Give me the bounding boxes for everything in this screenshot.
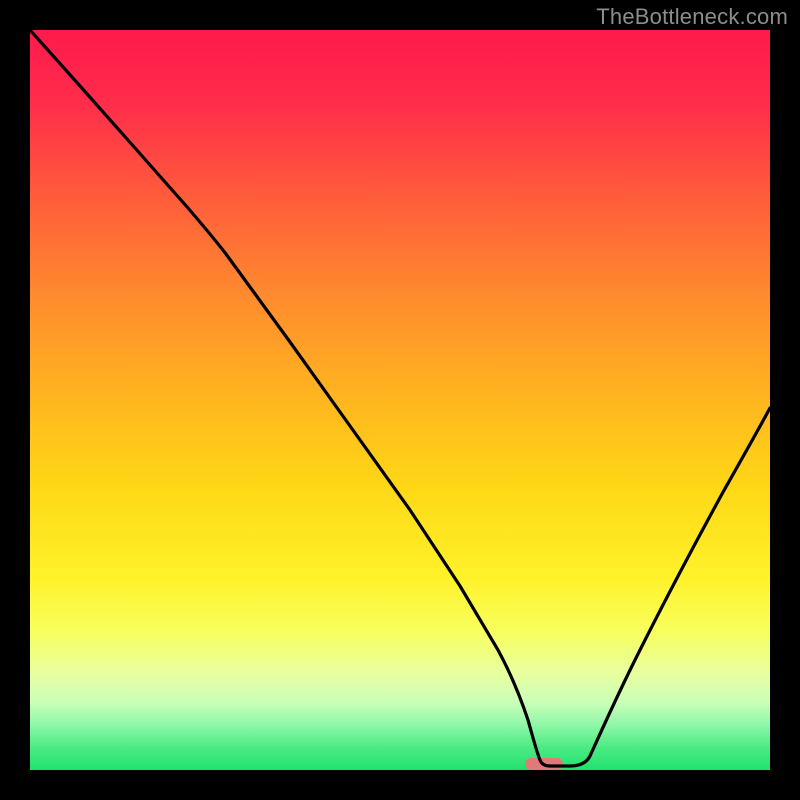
frame: TheBottleneck.com [0, 0, 800, 800]
watermark-text: TheBottleneck.com [596, 4, 788, 30]
curve-path [30, 30, 770, 766]
bottleneck-curve [30, 30, 770, 770]
plot-area [30, 30, 770, 770]
